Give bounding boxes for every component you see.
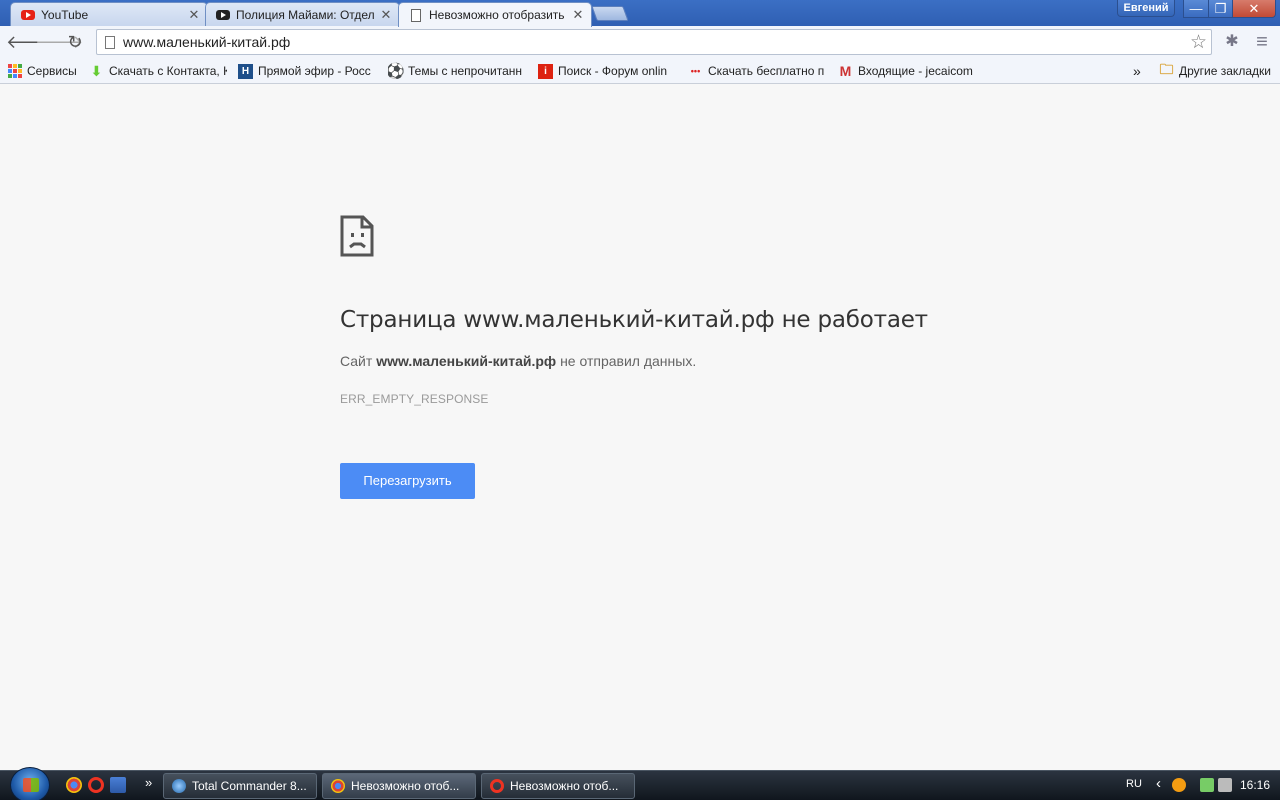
tab-error-page[interactable]: Невозможно отобразить ✕ xyxy=(398,2,592,27)
address-bar[interactable]: www.маленький-китай.рф ☆ xyxy=(96,29,1212,55)
folder-icon: 🗀 xyxy=(1159,62,1174,77)
bookmark-star-icon[interactable]: ☆ xyxy=(1190,31,1207,54)
bookmark-services[interactable]: Сервисы xyxy=(7,62,82,80)
task-chrome[interactable]: Невозможно отоб... xyxy=(322,773,476,799)
tab-close-icon[interactable]: ✕ xyxy=(379,7,393,23)
bookmark-free-download[interactable]: ••• Скачать бесплатно п xyxy=(688,62,826,80)
network-icon[interactable] xyxy=(1200,778,1214,792)
bookmarks-overflow-button[interactable]: » xyxy=(1133,62,1147,80)
bookmark-gmail-inbox[interactable]: M Входящие - jecaicom xyxy=(838,62,976,80)
title-bar: YouTube ✕ Полиция Майами: Отдел ✕ Невозм… xyxy=(0,0,1280,27)
page-icon xyxy=(105,35,115,49)
tab-title: Невозможно отобразить xyxy=(429,8,565,22)
task-opera[interactable]: Невозможно отоб... xyxy=(481,773,635,799)
youtube-dark-icon xyxy=(216,8,230,22)
page-icon xyxy=(409,8,423,22)
avast-icon[interactable] xyxy=(1172,778,1186,792)
youtube-icon xyxy=(21,8,35,22)
save-disk-icon[interactable] xyxy=(110,777,126,793)
language-indicator[interactable]: RU xyxy=(1126,778,1142,790)
error-description: Сайт www.маленький-китай.рф не отправил … xyxy=(340,353,697,369)
sad-page-icon xyxy=(340,215,374,257)
volume-icon[interactable] xyxy=(1218,778,1232,792)
bookmark-vk-download[interactable]: ⬇ Скачать с Контакта, К xyxy=(89,62,227,80)
reload-page-button[interactable]: Перезагрузить xyxy=(340,463,475,499)
bookmark-live-stream[interactable]: H Прямой эфир - Росс xyxy=(238,62,376,80)
tab-youtube[interactable]: YouTube ✕ xyxy=(10,2,208,26)
forward-button[interactable]: 🡒 xyxy=(35,31,83,53)
page-content: Страница www.маленький-китай.рф не работ… xyxy=(0,85,1280,770)
tab-title: Полиция Майами: Отдел xyxy=(236,7,375,22)
dots-logo-icon: ••• xyxy=(690,66,701,76)
chrome-icon[interactable] xyxy=(66,777,82,793)
opera-icon xyxy=(490,779,504,793)
tab-close-icon[interactable]: ✕ xyxy=(187,7,201,23)
clock[interactable]: 16:16 xyxy=(1240,778,1270,792)
new-tab-button[interactable] xyxy=(591,6,629,21)
tab-miami-police[interactable]: Полиция Майами: Отдел ✕ xyxy=(205,2,400,26)
restore-button[interactable]: ❐ xyxy=(1208,0,1233,18)
profile-button[interactable]: Евгений xyxy=(1117,0,1175,17)
bookmarks-bar: Сервисы ⬇ Скачать с Контакта, К H Прямой… xyxy=(0,58,1280,84)
bookmark-other-folder[interactable]: 🗀 Другие закладки xyxy=(1159,62,1275,80)
menu-icon[interactable]: ≡ xyxy=(1252,32,1272,52)
gmail-icon: M xyxy=(839,63,852,79)
url-text[interactable]: www.маленький-китай.рф xyxy=(123,34,1190,50)
apps-grid-icon xyxy=(7,64,22,79)
error-code: ERR_EMPTY_RESPONSE xyxy=(340,392,489,406)
opera-icon[interactable] xyxy=(88,777,104,793)
reload-button[interactable]: ↻ xyxy=(64,31,86,53)
tray-expand-button[interactable]: ‹ xyxy=(1156,775,1161,792)
football-icon: ⚽ xyxy=(388,63,405,80)
quicklaunch-overflow-button[interactable]: » xyxy=(145,775,152,790)
tab-close-icon[interactable]: ✕ xyxy=(571,7,585,23)
extension-icon[interactable]: ✱ xyxy=(1222,32,1242,52)
chrome-icon xyxy=(331,779,345,793)
minimize-button[interactable]: — xyxy=(1183,0,1209,18)
h-logo-icon: H xyxy=(238,63,253,79)
info-logo-icon: i xyxy=(538,63,553,79)
browser-toolbar: 🡐 🡒 ↻ www.маленький-китай.рф ☆ ✱ ≡ xyxy=(0,26,1280,58)
start-button[interactable] xyxy=(10,767,50,800)
error-title: Страница www.маленький-китай.рф не работ… xyxy=(340,307,928,333)
bookmark-forum-search[interactable]: i Поиск - Форум onlin xyxy=(538,62,676,80)
close-window-button[interactable]: ✕ xyxy=(1232,0,1276,18)
task-total-commander[interactable]: Total Commander 8... xyxy=(163,773,317,799)
taskbar: » Total Commander 8... Невозможно отоб..… xyxy=(0,767,1280,800)
download-arrow-icon: ⬇ xyxy=(90,62,103,79)
error-site-name: www.маленький-китай.рф xyxy=(376,353,557,369)
total-commander-icon xyxy=(172,779,186,793)
bookmark-unread-topics[interactable]: ⚽ Темы с непрочитанн xyxy=(388,62,526,80)
tab-title: YouTube xyxy=(41,7,89,22)
back-button[interactable]: 🡐 xyxy=(6,31,54,53)
